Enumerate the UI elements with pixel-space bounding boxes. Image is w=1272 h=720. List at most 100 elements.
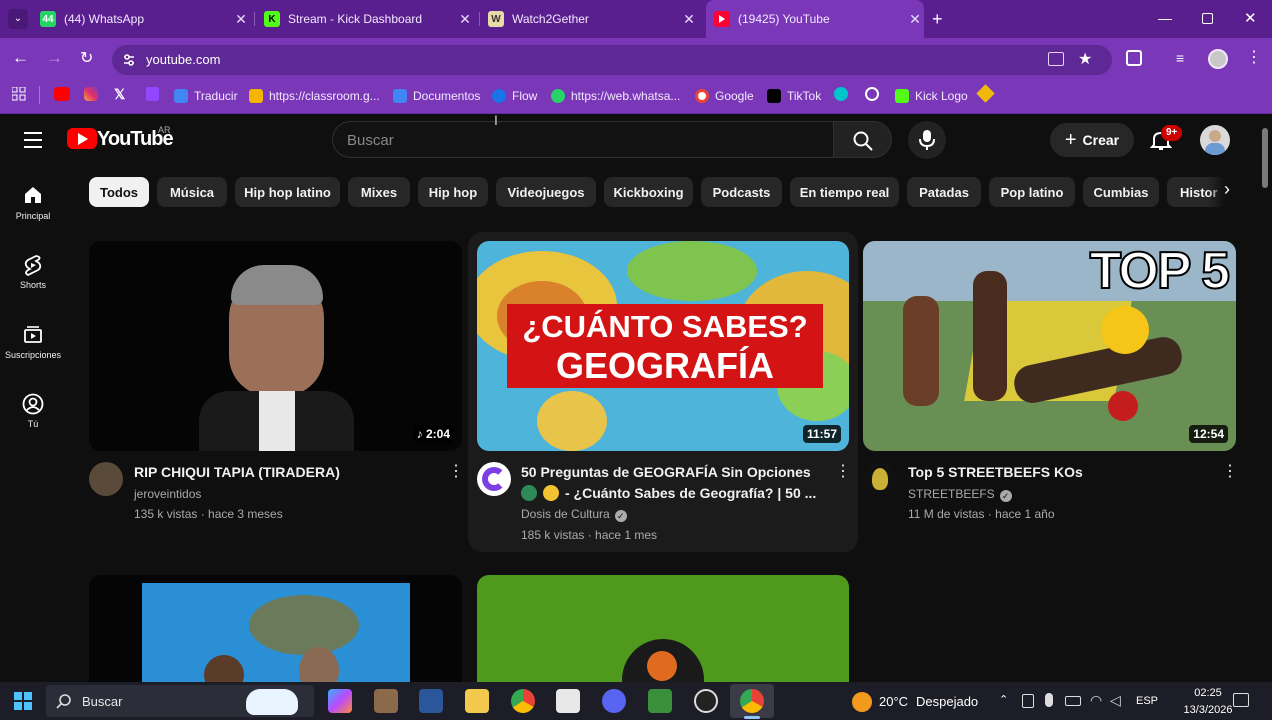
- weather-temperature[interactable]: 20°C: [879, 694, 908, 709]
- youtube-logo-icon[interactable]: [67, 128, 97, 149]
- bookmark-kick-logo[interactable]: Kick Logo: [895, 86, 968, 106]
- battery-icon[interactable]: [1065, 696, 1081, 706]
- forward-icon[interactable]: →: [46, 48, 63, 68]
- address-bar[interactable]: youtube.com ★: [112, 45, 1112, 75]
- app-icon[interactable]: [694, 689, 718, 713]
- chip-patadas[interactable]: Patadas: [907, 177, 981, 207]
- media-control-icon[interactable]: ≡: [1176, 50, 1184, 66]
- profile-avatar[interactable]: [1208, 49, 1228, 69]
- discord-icon[interactable]: [602, 689, 626, 713]
- bookmark-star-icon[interactable]: ★: [1078, 49, 1092, 69]
- taskbar-search[interactable]: Buscar: [46, 685, 314, 717]
- channel-name-row[interactable]: Dosis de Cultura ✓: [521, 507, 627, 522]
- app-icon[interactable]: [556, 689, 580, 713]
- close-tab-icon[interactable]: ✕: [680, 11, 698, 28]
- channel-name[interactable]: jeroveintidos: [134, 487, 201, 501]
- microphone-icon[interactable]: [1045, 693, 1053, 707]
- bookmark-whatsapp[interactable]: https://web.whatsa...: [551, 86, 680, 106]
- input-language[interactable]: ESP: [1136, 695, 1158, 707]
- twitch-bookmark-icon[interactable]: [146, 87, 159, 101]
- chevron-right-icon[interactable]: ›: [1224, 179, 1230, 200]
- channel-avatar[interactable]: [477, 462, 511, 496]
- video-thumbnail-4[interactable]: [89, 575, 462, 695]
- browser-menu-icon[interactable]: ⋮: [1246, 49, 1262, 67]
- nav-subscriptions[interactable]: Suscripciones: [0, 324, 66, 360]
- tray-chevron-up-icon[interactable]: ⌃: [999, 693, 1008, 706]
- chip-kickboxing[interactable]: Kickboxing: [604, 177, 693, 207]
- tab-search-chevron-icon[interactable]: ⌄: [8, 9, 28, 29]
- tab-whatsapp[interactable]: 44 (44) WhatsApp ✕: [40, 0, 250, 38]
- tray-app-icon[interactable]: [1022, 694, 1034, 708]
- tab-kick-dashboard[interactable]: K Stream - Kick Dashboard ✕: [264, 0, 474, 38]
- bookmark-documentos[interactable]: Documentos: [393, 86, 480, 106]
- channel-avatar[interactable]: [863, 462, 897, 496]
- bookmark-tiktok[interactable]: TikTok: [767, 86, 821, 106]
- search-button[interactable]: [834, 121, 892, 158]
- video-title-line2[interactable]: - ¿Cuánto Sabes de Geografía? | 50 ...: [565, 485, 816, 501]
- more-actions-icon[interactable]: ⋮: [448, 464, 464, 480]
- bookmark-traducir[interactable]: Traducir: [174, 86, 238, 106]
- scrollbar-thumb[interactable]: [1262, 128, 1268, 188]
- chip-podcasts[interactable]: Podcasts: [701, 177, 782, 207]
- close-tab-icon[interactable]: ✕: [232, 11, 250, 28]
- file-explorer-icon[interactable]: [465, 689, 489, 713]
- word-icon[interactable]: [419, 689, 443, 713]
- more-actions-icon[interactable]: ⋮: [1222, 464, 1238, 480]
- back-icon[interactable]: ←: [12, 48, 29, 68]
- bookmark-classroom[interactable]: https://classroom.g...: [249, 86, 380, 106]
- chip-hip-hop-latino[interactable]: Hip hop latino: [235, 177, 340, 207]
- chrome-icon[interactable]: [740, 689, 764, 713]
- notification-center-icon[interactable]: [1233, 693, 1249, 707]
- minimize-icon[interactable]: —: [1158, 10, 1172, 26]
- cast-icon[interactable]: [1048, 52, 1064, 66]
- site-info-icon[interactable]: [122, 53, 136, 67]
- voice-search-button[interactable]: [908, 121, 946, 159]
- extensions-icon[interactable]: [1126, 50, 1142, 66]
- chip-en-tiempo-real[interactable]: En tiempo real: [790, 177, 899, 207]
- hamburger-menu-icon[interactable]: [24, 131, 42, 148]
- video-thumbnail-5[interactable]: [477, 575, 849, 695]
- youtube-bookmark-icon[interactable]: [54, 87, 70, 101]
- volume-icon[interactable]: ◁: [1110, 692, 1121, 709]
- scrollbar[interactable]: [1258, 114, 1272, 682]
- chip-pop-latino[interactable]: Pop latino: [989, 177, 1075, 207]
- video-title[interactable]: Top 5 STREETBEEFS KOs: [908, 464, 1083, 480]
- tab-youtube[interactable]: (19425) YouTube ✕: [706, 0, 924, 38]
- video-thumbnail-3[interactable]: TOP 5 12:54: [863, 241, 1236, 451]
- restore-icon[interactable]: [1202, 13, 1213, 24]
- chatgpt-bookmark-icon[interactable]: [865, 87, 879, 101]
- bookmark-flow[interactable]: Flow: [492, 86, 537, 106]
- url-text[interactable]: youtube.com: [146, 52, 220, 67]
- weather-condition[interactable]: Despejado: [916, 694, 978, 709]
- chip-musica[interactable]: Música: [157, 177, 227, 207]
- search-input[interactable]: Buscar: [332, 121, 834, 158]
- video-title[interactable]: RIP CHIQUI TAPIA (TIRADERA): [134, 464, 340, 480]
- chip-mixes[interactable]: Mixes: [348, 177, 410, 207]
- more-actions-icon[interactable]: ⋮: [835, 464, 851, 480]
- create-button[interactable]: + Crear: [1050, 123, 1134, 157]
- windows-start-icon[interactable]: [14, 692, 32, 710]
- weather-icon[interactable]: [852, 692, 872, 712]
- chip-videojuegos[interactable]: Videojuegos: [496, 177, 596, 207]
- nav-you[interactable]: Tú: [0, 393, 66, 429]
- video-thumbnail-1[interactable]: ♪ 2:04: [89, 241, 462, 451]
- canva-bookmark-icon[interactable]: [834, 87, 848, 101]
- chip-cumbias[interactable]: Cumbias: [1083, 177, 1159, 207]
- instagram-bookmark-icon[interactable]: [84, 87, 98, 101]
- nav-shorts[interactable]: Shorts: [0, 254, 66, 290]
- channel-name-row[interactable]: STREETBEEFS ✓: [908, 487, 1012, 502]
- copilot-icon[interactable]: [328, 689, 352, 713]
- tab-watch2gether[interactable]: W Watch2Gether ✕: [488, 0, 698, 38]
- channel-avatar[interactable]: [89, 462, 123, 496]
- account-avatar[interactable]: [1200, 125, 1230, 155]
- close-window-icon[interactable]: ✕: [1244, 9, 1257, 27]
- clock-time[interactable]: 02:25: [1180, 687, 1236, 699]
- bookmark-google[interactable]: Google: [695, 86, 754, 106]
- apps-grid-icon[interactable]: [11, 86, 26, 101]
- chip-todos[interactable]: Todos: [89, 177, 149, 207]
- chrome-icon[interactable]: [511, 689, 535, 713]
- wifi-icon[interactable]: ◠: [1090, 692, 1102, 709]
- close-tab-icon[interactable]: ✕: [906, 11, 924, 28]
- new-tab-icon[interactable]: +: [932, 9, 943, 29]
- minecraft-icon[interactable]: [648, 689, 672, 713]
